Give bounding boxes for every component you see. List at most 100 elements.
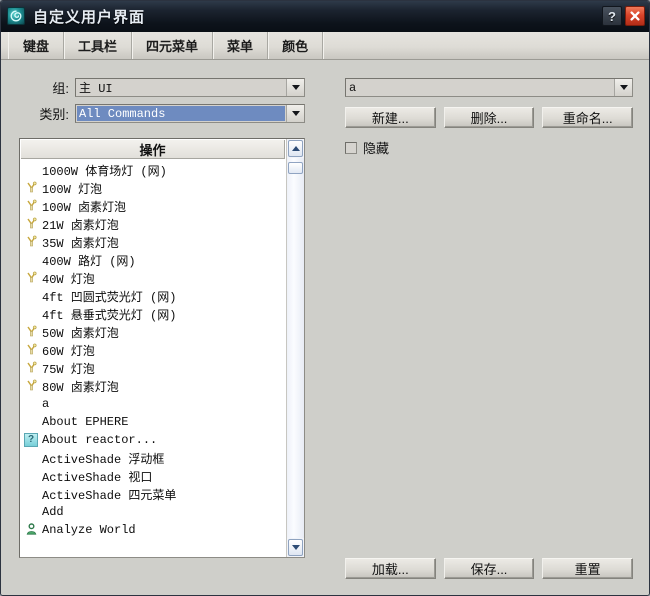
actions-column-header[interactable]: 操作	[21, 140, 285, 159]
category-chevron-down-icon[interactable]	[286, 105, 304, 122]
no-icon	[24, 504, 40, 520]
no-icon	[24, 162, 40, 178]
save-button[interactable]: 保存...	[443, 558, 535, 579]
no-icon	[24, 486, 40, 502]
lamp-icon	[24, 270, 40, 286]
list-item-label: Analyze World	[42, 523, 136, 537]
hidden-checkbox-row[interactable]: 隐藏	[345, 138, 633, 157]
tab-menus[interactable]: 菜单	[213, 32, 269, 59]
category-label: 类别:	[39, 107, 69, 122]
list-item-label: 400W 路灯 (网)	[42, 254, 136, 269]
set-chevron-down-icon[interactable]	[614, 79, 632, 96]
reset-button[interactable]: 重置	[542, 558, 634, 579]
list-item[interactable]: Add	[20, 503, 286, 521]
no-icon	[24, 414, 40, 430]
list-item[interactable]: 50W 卤素灯泡	[20, 323, 286, 341]
list-item-label: 4ft 悬垂式荧光灯 (网)	[42, 308, 177, 323]
tab-keyboard[interactable]: 键盘	[9, 32, 65, 59]
lamp-icon	[24, 198, 40, 214]
category-row: 类别: All Commands	[19, 104, 305, 123]
help-button[interactable]: ?	[602, 6, 622, 26]
load-button[interactable]: 加载...	[345, 558, 436, 579]
category-combobox[interactable]: All Commands	[75, 104, 305, 123]
delete-button[interactable]: 删除...	[443, 107, 535, 128]
no-icon	[24, 450, 40, 466]
list-item[interactable]: a	[20, 395, 286, 413]
list-item[interactable]: 35W 卤素灯泡	[20, 233, 286, 251]
list-item[interactable]: 400W 路灯 (网)	[20, 251, 286, 269]
left-column: 组: 主 UI 类别: All Commands	[19, 78, 305, 130]
about-reactor-question-icon: ?	[24, 432, 40, 448]
set-action-buttons: 新建... 删除... 重命名...	[345, 107, 634, 128]
list-item-label: Add	[42, 505, 64, 519]
tab-quad-menus[interactable]: 四元菜单	[132, 32, 214, 59]
title-bar[interactable]: 自定义用户界面 ?	[1, 1, 649, 32]
group-row: 组: 主 UI	[19, 78, 305, 97]
list-item[interactable]: ActiveShade 四元菜单	[20, 485, 286, 503]
list-item[interactable]: 1000W 体育场灯 (网)	[20, 161, 286, 179]
actions-list-scrollbar[interactable]	[286, 139, 304, 557]
actions-list-inner: 操作 1000W 体育场灯 (网) 100W 灯泡 100W 卤素灯泡 21W 卤素灯…	[20, 139, 286, 557]
list-item[interactable]: 4ft 凹圆式荧光灯 (网)	[20, 287, 286, 305]
list-item-label: About reactor...	[42, 433, 158, 447]
tab-toolbars[interactable]: 工具栏	[64, 32, 133, 59]
window-title: 自定义用户界面	[33, 8, 146, 26]
category-value: All Commands	[77, 106, 285, 121]
group-combobox[interactable]: 主 UI	[75, 78, 305, 97]
list-item-label: ActiveShade 视口	[42, 470, 153, 485]
actions-listbox[interactable]: 操作 1000W 体育场灯 (网) 100W 灯泡 100W 卤素灯泡 21W 卤素灯…	[19, 138, 305, 558]
no-icon	[24, 252, 40, 268]
list-item-label: About EPHERE	[42, 415, 129, 429]
no-icon	[24, 396, 40, 412]
new-button[interactable]: 新建...	[345, 107, 436, 128]
hidden-checkbox[interactable]	[345, 141, 357, 154]
set-combobox[interactable]: a	[345, 78, 633, 97]
list-item-label: 100W 灯泡	[42, 182, 103, 197]
list-item-label: 60W 灯泡	[42, 344, 95, 359]
list-item[interactable]: 100W 卤素灯泡	[20, 197, 286, 215]
dialog-body: 组: 主 UI 类别: All Commands 操作 1000W 体育场灯 (…	[1, 60, 649, 595]
list-item[interactable]: Analyze World	[20, 521, 286, 539]
scrollbar-track[interactable]	[287, 158, 304, 538]
list-item[interactable]: 21W 卤素灯泡	[20, 215, 286, 233]
lamp-icon	[24, 324, 40, 340]
set-value: a	[349, 80, 357, 95]
list-item-label: ActiveShade 浮动框	[42, 452, 165, 467]
rename-button[interactable]: 重命名...	[542, 107, 634, 128]
group-chevron-down-icon[interactable]	[286, 79, 304, 96]
list-item[interactable]: 60W 灯泡	[20, 341, 286, 359]
list-item[interactable]: 75W 灯泡	[20, 359, 286, 377]
list-item-label: 50W 卤素灯泡	[42, 326, 119, 341]
list-item-label: 100W 卤素灯泡	[42, 200, 127, 215]
lamp-icon	[24, 180, 40, 196]
list-item[interactable]: ? About reactor...	[20, 431, 286, 449]
no-icon	[24, 306, 40, 322]
hidden-checkbox-label: 隐藏	[363, 141, 390, 156]
list-item[interactable]: 80W 卤素灯泡	[20, 377, 286, 395]
tab-strip-filler	[323, 32, 649, 59]
scroll-up-icon[interactable]	[288, 140, 303, 157]
list-item-label: 1000W 体育场灯 (网)	[42, 164, 167, 179]
no-icon	[24, 288, 40, 304]
scroll-down-icon[interactable]	[288, 539, 303, 556]
list-item[interactable]	[20, 539, 286, 557]
customize-user-interface-dialog: 自定义用户界面 ? 键盘 工具栏 四元菜单 菜单 颜色 组: 主 UI 类别: …	[0, 0, 650, 596]
no-icon	[24, 540, 40, 556]
scrollbar-thumb[interactable]	[288, 161, 303, 174]
list-item[interactable]: 4ft 悬垂式荧光灯 (网)	[20, 305, 286, 323]
lamp-icon	[24, 216, 40, 232]
list-item[interactable]: ActiveShade 浮动框	[20, 449, 286, 467]
app-swirl-icon	[7, 7, 25, 25]
list-item-label: 35W 卤素灯泡	[42, 236, 119, 251]
actions-list-items[interactable]: 1000W 体育场灯 (网) 100W 灯泡 100W 卤素灯泡 21W 卤素灯泡 35…	[20, 159, 286, 557]
list-item-label: 21W 卤素灯泡	[42, 218, 119, 233]
close-button[interactable]	[625, 6, 645, 26]
tab-colors[interactable]: 颜色	[268, 32, 324, 59]
list-item-label: 40W 灯泡	[42, 272, 95, 287]
list-item[interactable]: ActiveShade 视口	[20, 467, 286, 485]
tab-strip: 键盘 工具栏 四元菜单 菜单 颜色	[1, 32, 649, 60]
list-item[interactable]: 100W 灯泡	[20, 179, 286, 197]
list-item[interactable]: About EPHERE	[20, 413, 286, 431]
lamp-icon	[24, 342, 40, 358]
list-item[interactable]: 40W 灯泡	[20, 269, 286, 287]
